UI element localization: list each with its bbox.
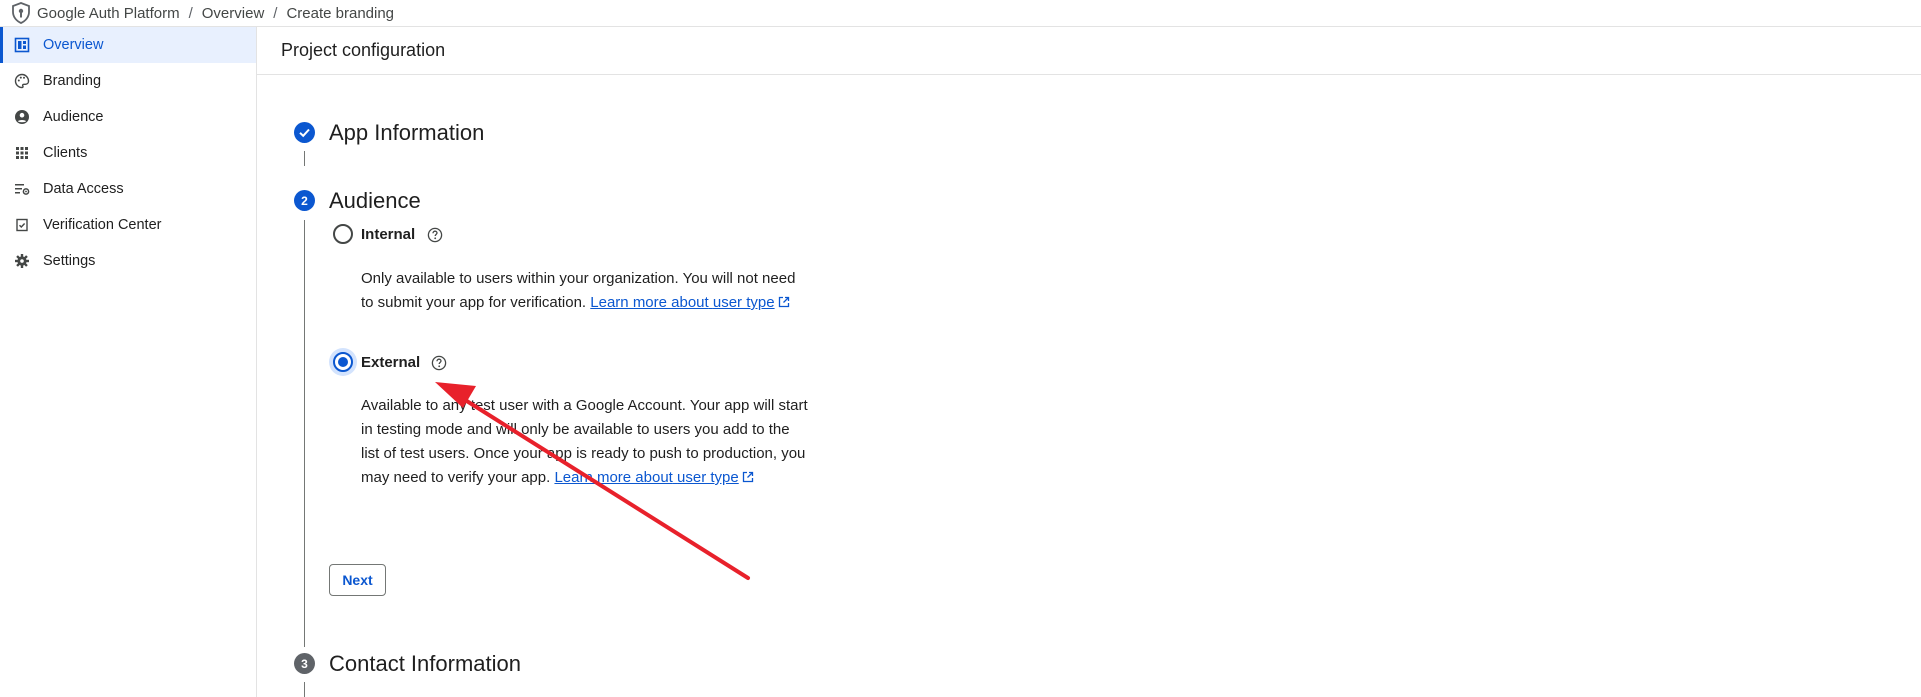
help-icon[interactable]	[431, 355, 447, 371]
palette-icon	[14, 73, 30, 89]
sidebar-item-label: Settings	[43, 253, 96, 269]
step-2-title: Audience	[329, 188, 421, 213]
internal-radio[interactable]	[333, 224, 353, 244]
main-content: Project configuration App Information 2 …	[257, 27, 1921, 697]
step-3-title: Contact Information	[329, 651, 521, 676]
help-icon[interactable]	[427, 227, 443, 243]
sidebar-item-settings[interactable]: Settings	[0, 243, 256, 279]
verified-doc-icon	[14, 217, 30, 233]
step-1-title[interactable]: App Information	[329, 120, 484, 146]
internal-label: Internal	[361, 226, 416, 243]
sidebar-item-branding[interactable]: Branding	[0, 63, 256, 99]
gear-icon	[14, 253, 30, 269]
internal-description: Only available to users within your orga…	[361, 267, 811, 315]
sidebar-item-clients[interactable]: Clients	[0, 135, 256, 171]
step-1-check-icon	[294, 122, 315, 143]
breadcrumb-separator: /	[188, 4, 193, 22]
sidebar-item-label: Overview	[43, 37, 104, 53]
external-description: Available to any test user with a Google…	[361, 394, 811, 490]
external-link-icon	[778, 296, 789, 308]
step-connector	[304, 151, 305, 166]
step-connector	[304, 220, 305, 647]
page-header: Project configuration	[257, 27, 1921, 75]
sidebar-item-overview[interactable]: Overview	[0, 27, 256, 63]
sidebar-item-label: Data Access	[43, 181, 124, 197]
step-3-number-badge: 3	[294, 653, 315, 674]
sidebar-item-data-access[interactable]: Data Access	[0, 171, 256, 207]
breadcrumb-current-page: Create branding	[286, 4, 395, 22]
sidebar-item-audience[interactable]: Audience	[0, 99, 256, 135]
sidebar-item-label: Clients	[43, 145, 88, 161]
page-title: Project configuration	[281, 40, 446, 60]
sidebar-item-label: Branding	[43, 73, 102, 89]
list-settings-icon	[14, 181, 30, 197]
dashboard-icon	[14, 37, 30, 53]
sidebar-item-label: Audience	[43, 109, 104, 125]
external-label: External	[361, 354, 421, 371]
shield-lock-icon	[11, 1, 31, 25]
next-button[interactable]: Next	[329, 564, 386, 596]
grid-icon	[14, 145, 30, 161]
person-circle-icon	[14, 109, 30, 125]
breadcrumb-google-auth-platform[interactable]: Google Auth Platform	[37, 5, 180, 22]
learn-more-user-type-link[interactable]: Learn more about user type	[554, 469, 738, 486]
breadcrumb-overview[interactable]: Overview	[202, 5, 265, 22]
sidebar-item-label: Verification Center	[43, 217, 162, 233]
external-radio[interactable]	[333, 352, 353, 372]
breadcrumb-separator: /	[273, 4, 278, 22]
sidebar-nav: Overview Branding Audience Clients Data …	[0, 27, 257, 697]
sidebar-item-verification-center[interactable]: Verification Center	[0, 207, 256, 243]
breadcrumb-bar: Google Auth Platform / Overview / Create…	[0, 0, 1921, 27]
learn-more-user-type-link[interactable]: Learn more about user type	[590, 294, 774, 311]
step-2-number-badge: 2	[294, 190, 315, 211]
step-connector	[304, 682, 305, 697]
external-link-icon	[742, 471, 753, 483]
